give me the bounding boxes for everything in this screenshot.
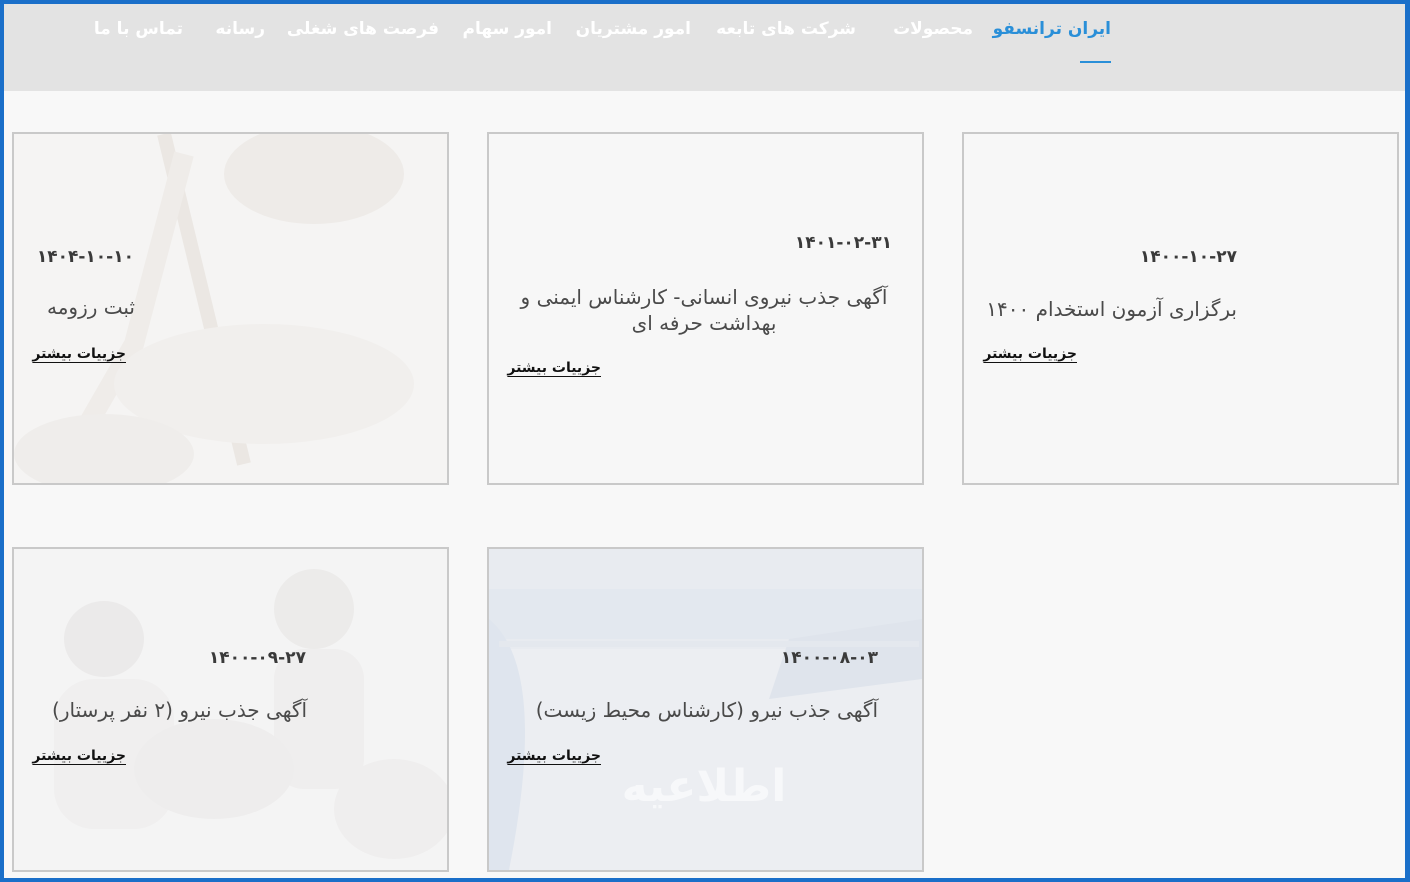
nav-item-customer-affairs[interactable]: امور مشتریان xyxy=(576,16,692,42)
active-nav-indicator xyxy=(1080,61,1111,63)
job-card-environment-expert[interactable]: اطلاعیه ۱۴۰۰-۰۸-۰۳ آگهی جذب نیرو (کارشنا… xyxy=(487,547,924,872)
card-date: ۱۴۰۴-۱۰-۱۰ xyxy=(36,247,134,267)
card-more-link[interactable]: جزییات بیشتر xyxy=(507,360,601,376)
card-date: ۱۴۰۰-۱۰-۲۷ xyxy=(1139,247,1237,267)
nav-item-contact-us[interactable]: تماس با ما xyxy=(94,16,183,42)
nav-item-products[interactable]: محصولات xyxy=(893,16,973,42)
job-card-resume[interactable]: ۱۴۰۴-۱۰-۱۰ ثبت رزومه جزییات بیشتر xyxy=(12,132,449,485)
card-date: ۱۴۰۰-۰۸-۰۳ xyxy=(780,648,878,668)
card-date: ۱۴۰۱-۰۲-۳۱ xyxy=(794,233,892,253)
nav-item-media[interactable]: رسانه xyxy=(215,16,265,42)
announcement-image-text: اطلاعیه xyxy=(622,761,787,812)
card-date: ۱۴۰۰-۰۹-۲۷ xyxy=(208,648,306,668)
card-title: آگهی جذب نیروی انسانی- کارشناس ایمنی و ب… xyxy=(520,285,888,335)
top-navigation: ایران ترانسفو محصولات شرکت های تابعه امو… xyxy=(4,4,1405,91)
card-title: آگهی جذب نیرو (۲ نفر پرستار) xyxy=(52,698,307,722)
job-card-nurses[interactable]: ۱۴۰۰-۰۹-۲۷ آگهی جذب نیرو (۲ نفر پرستار) … xyxy=(12,547,449,872)
nav-item-shareholder-affairs[interactable]: امور سهام xyxy=(463,16,553,42)
card-more-link[interactable]: جزییات بیشتر xyxy=(983,346,1077,362)
card-more-link[interactable]: جزییات بیشتر xyxy=(32,748,126,764)
card-title: برگزاری آزمون استخدام ۱۴۰۰ xyxy=(986,297,1237,321)
card-more-link[interactable]: جزییات بیشتر xyxy=(507,748,601,764)
card-more-link[interactable]: جزییات بیشتر xyxy=(32,346,126,362)
job-card-exam-1400[interactable]: ۱۴۰۰-۱۰-۲۷ برگزاری آزمون استخدام ۱۴۰۰ جز… xyxy=(962,132,1399,485)
nav-item-subsidiaries[interactable]: شرکت های تابعه xyxy=(716,16,856,42)
nav-item-job-opportunities[interactable]: فرصت های شغلی xyxy=(287,16,439,42)
card-title: آگهی جذب نیرو (کارشناس محیط زیست) xyxy=(535,698,878,722)
page-frame: ایران ترانسفو محصولات شرکت های تابعه امو… xyxy=(4,4,1405,878)
job-card-safety-expert[interactable]: ۱۴۰۱-۰۲-۳۱ آگهی جذب نیروی انسانی- کارشنا… xyxy=(487,132,924,485)
card-title: ثبت رزومه xyxy=(46,295,135,319)
nav-item-iran-transfo[interactable]: ایران ترانسفو xyxy=(993,16,1112,42)
